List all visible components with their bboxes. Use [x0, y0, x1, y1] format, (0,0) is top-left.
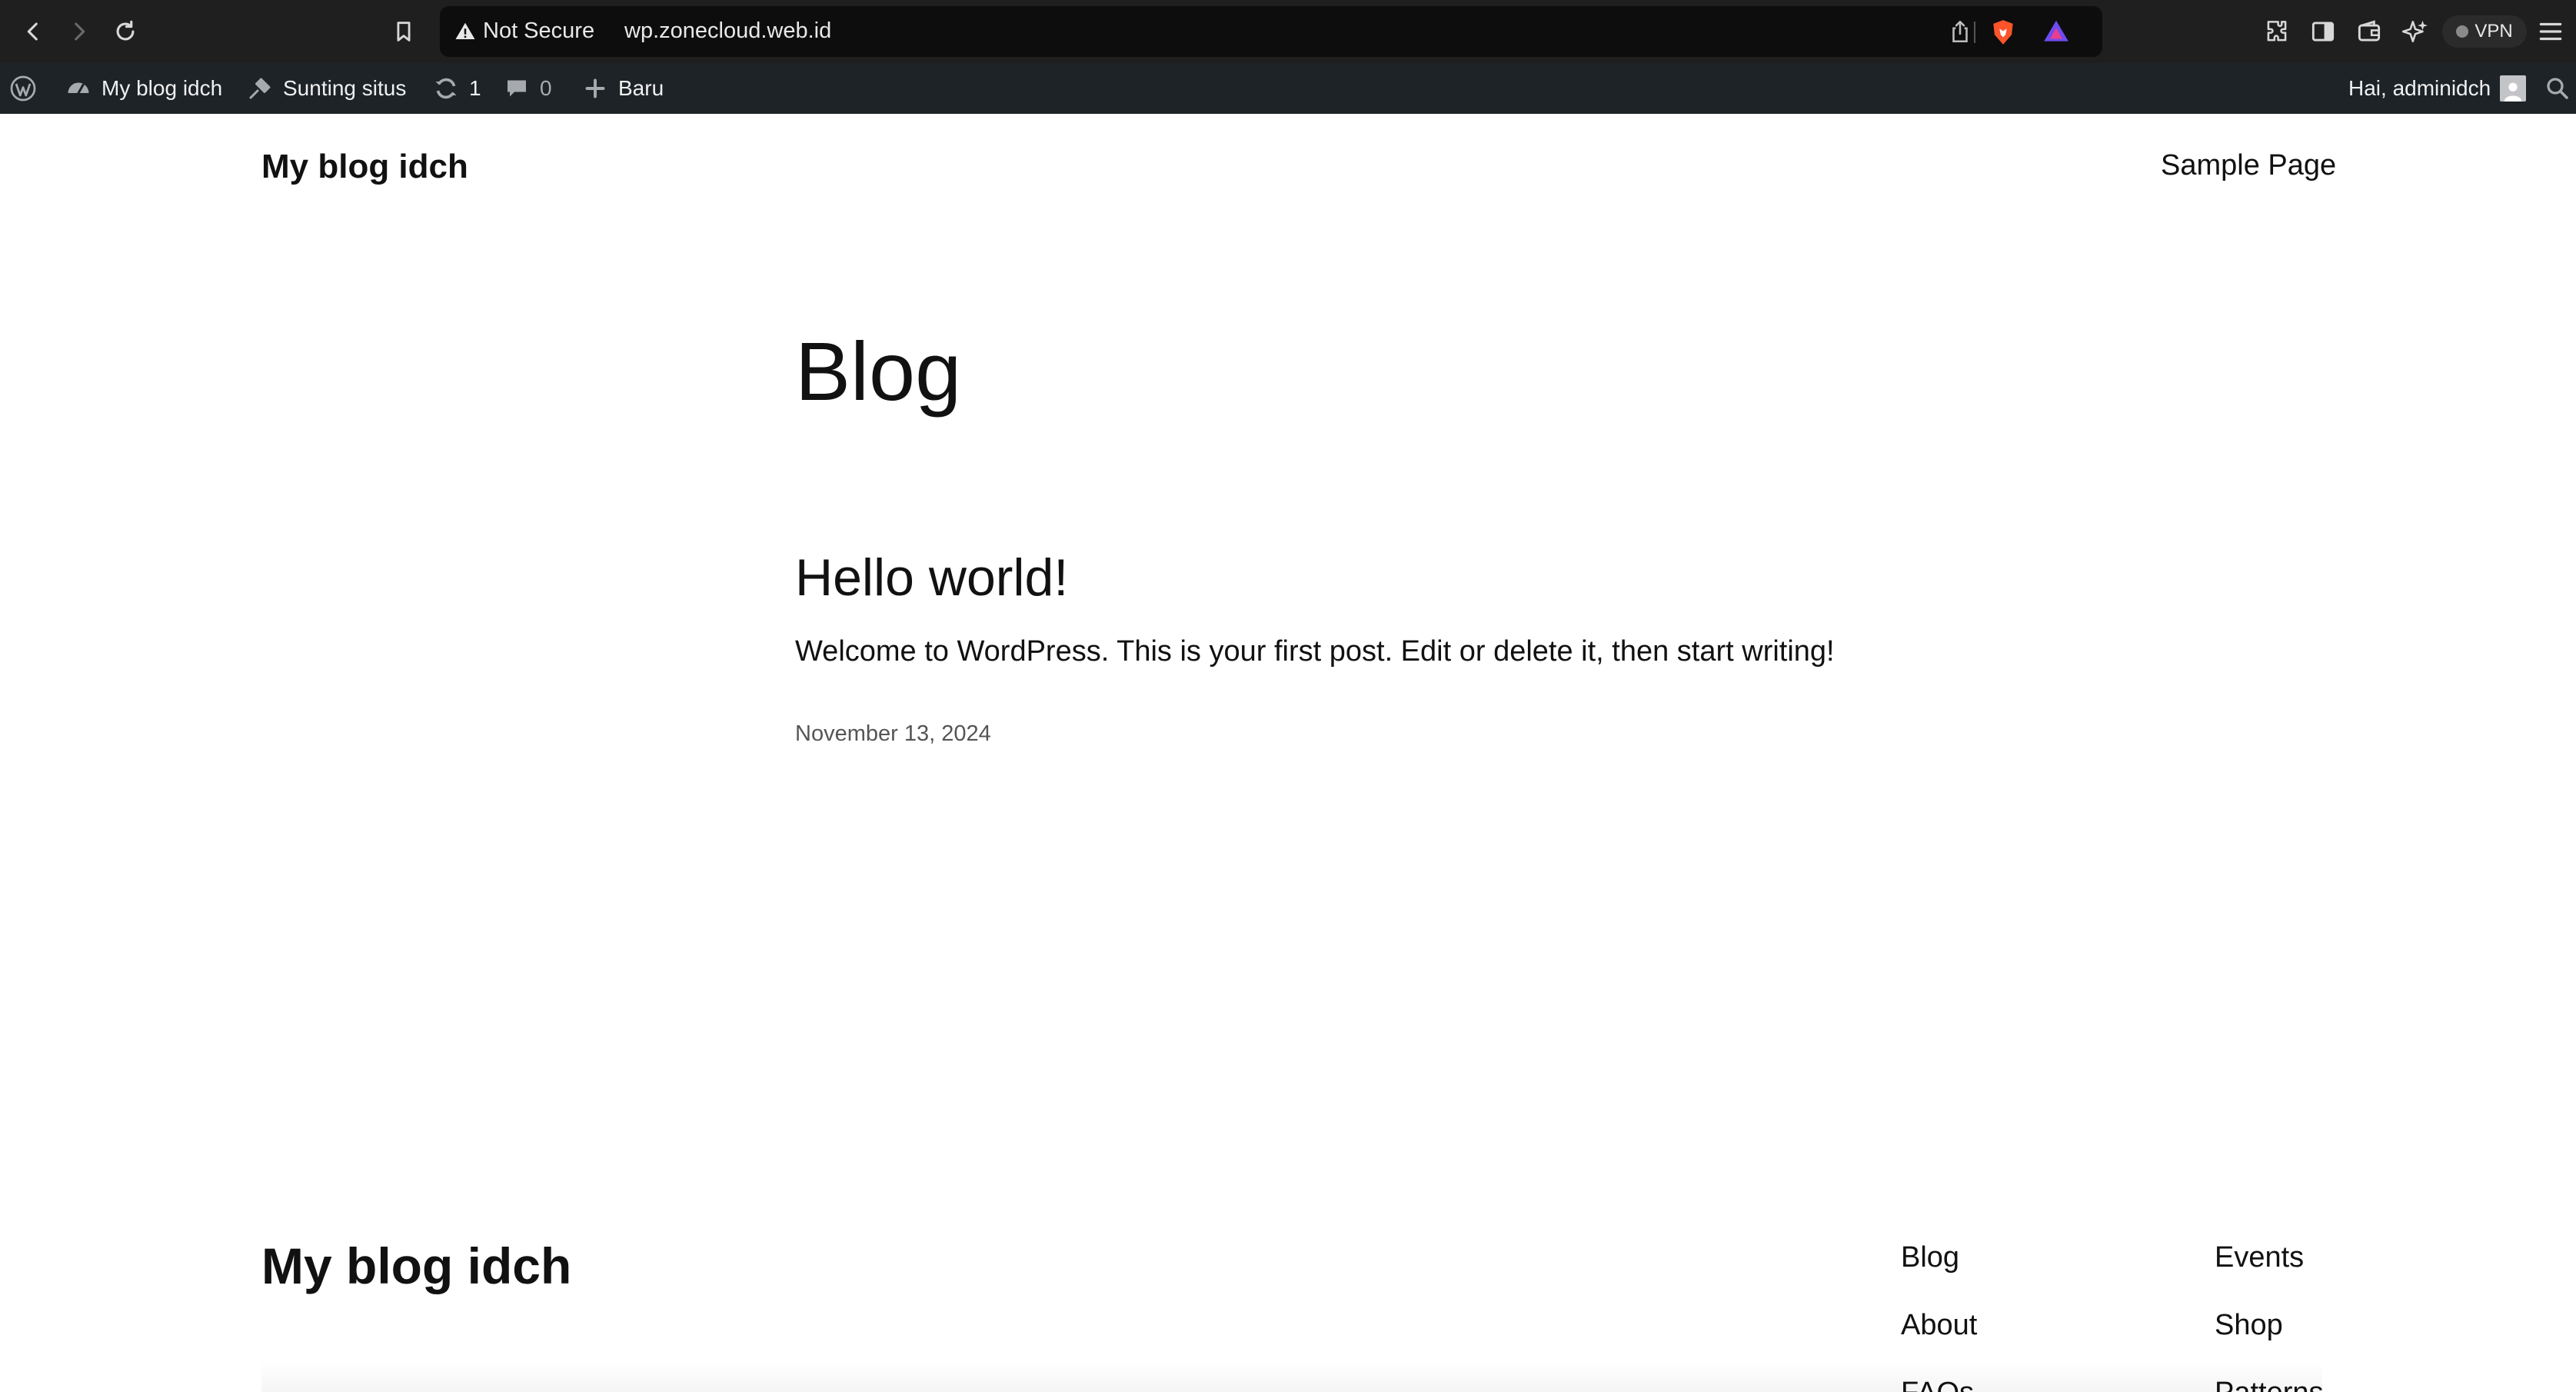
- comment-icon: [508, 80, 526, 97]
- vpn-status-icon: [2456, 25, 2469, 38]
- footer-link-shop[interactable]: Shop: [2215, 1309, 2283, 1342]
- bookmark-icon: [397, 22, 411, 42]
- admin-bar-customize[interactable]: Sunting situs: [246, 63, 406, 114]
- wallet-icon[interactable]: [2355, 17, 2384, 46]
- url-text[interactable]: wp.zonecloud.web.id: [624, 18, 831, 44]
- admin-bar-customize-label: Sunting situs: [283, 76, 407, 100]
- security-status-label[interactable]: Not Secure: [483, 18, 594, 44]
- browser-toolbar: Not Secure wp.zonecloud.web.id VPN: [0, 0, 2576, 63]
- footer-link-faqs[interactable]: FAQs: [1901, 1377, 1974, 1392]
- updates-icon: [435, 78, 457, 99]
- user-icon: [2504, 82, 2522, 102]
- forward-button[interactable]: [63, 15, 95, 48]
- site-title[interactable]: My blog idch: [261, 148, 468, 186]
- admin-bar-comments[interactable]: 0: [503, 63, 552, 114]
- bookmark-button[interactable]: [388, 15, 420, 48]
- back-button[interactable]: [17, 15, 49, 48]
- vpn-label: VPN: [2474, 21, 2513, 42]
- admin-bar-new-content[interactable]: Baru: [581, 63, 664, 114]
- footer-link-about[interactable]: About: [1901, 1309, 1977, 1342]
- extensions-icon[interactable]: [2262, 17, 2291, 46]
- sidebar-icon[interactable]: [2308, 17, 2338, 46]
- wp-logo-menu[interactable]: [9, 63, 37, 114]
- edit-site-icon: [249, 78, 271, 99]
- reload-button[interactable]: [109, 15, 141, 48]
- vpn-button[interactable]: VPN: [2442, 15, 2527, 48]
- share-icon[interactable]: [1947, 18, 1973, 45]
- dashboard-icon: [68, 82, 89, 95]
- footer-link-patterns[interactable]: Patterns: [2215, 1377, 2324, 1392]
- forward-arrow-icon: [75, 22, 85, 41]
- wordpress-logo-icon: [10, 75, 36, 102]
- plus-icon: [585, 78, 605, 98]
- admin-bar-site-name[interactable]: My blog idch: [65, 63, 222, 114]
- avatar: [2500, 75, 2527, 102]
- greeting-label: Hai, adminidch: [2348, 76, 2491, 100]
- admin-bar-my-account[interactable]: Hai, adminidch: [2348, 63, 2527, 114]
- new-content-label: Baru: [618, 76, 664, 100]
- comments-count: 0: [540, 76, 552, 100]
- footer-site-title[interactable]: My blog idch: [261, 1237, 571, 1295]
- search-icon: [2547, 78, 2568, 99]
- wp-admin-bar: My blog idch Sunting situs 1 0 Baru Hai,…: [0, 63, 2576, 114]
- brave-shields-icon[interactable]: [1989, 17, 2018, 48]
- post-title-link[interactable]: Hello world!: [795, 548, 1068, 608]
- address-bar[interactable]: Not Secure wp.zonecloud.web.id: [440, 6, 2102, 57]
- footer-link-blog[interactable]: Blog: [1901, 1241, 1959, 1274]
- back-arrow-icon: [27, 22, 38, 41]
- bottom-scroll-shadow: [261, 1361, 2322, 1392]
- brave-rewards-icon[interactable]: [2041, 17, 2072, 46]
- footer-link-events[interactable]: Events: [2215, 1241, 2304, 1274]
- nav-link-sample-page[interactable]: Sample Page: [2161, 149, 2336, 182]
- admin-bar-search[interactable]: [2544, 63, 2571, 114]
- warning-icon: [455, 22, 475, 39]
- reload-icon: [116, 20, 135, 41]
- menu-icon[interactable]: [2536, 17, 2565, 46]
- address-bar-divider: [1974, 22, 1975, 43]
- post-excerpt: Welcome to WordPress. This is your first…: [795, 635, 1835, 668]
- admin-bar-site-name-label: My blog idch: [102, 76, 223, 100]
- leo-ai-icon[interactable]: [2401, 17, 2430, 46]
- post-date[interactable]: November 13, 2024: [795, 721, 991, 747]
- updates-count: 1: [469, 76, 481, 100]
- page-title: Blog: [795, 325, 962, 418]
- admin-bar-updates[interactable]: 1: [432, 63, 481, 114]
